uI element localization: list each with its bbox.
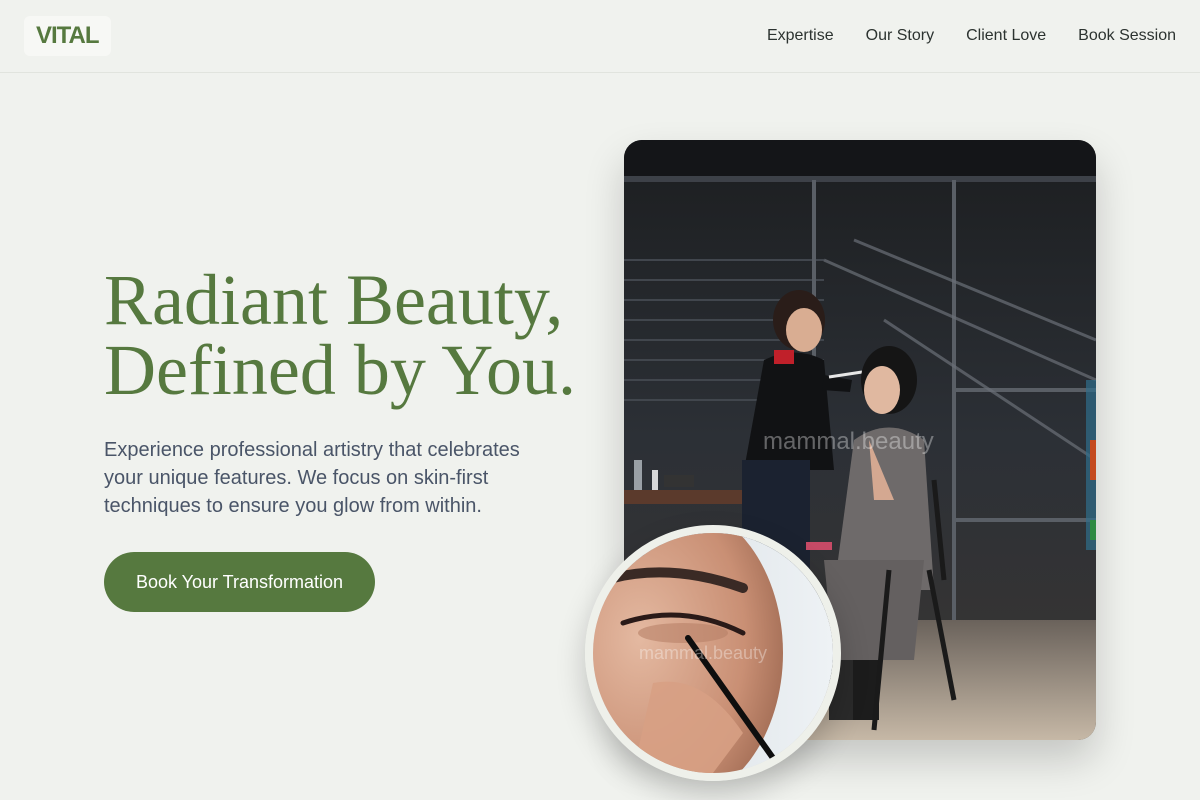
nav-link-our-story[interactable]: Our Story xyxy=(866,27,934,45)
nav-link-expertise[interactable]: Expertise xyxy=(767,27,834,45)
eyeliner-closeup-photo-graphic xyxy=(593,533,833,773)
nav-link-client-love[interactable]: Client Love xyxy=(966,27,1046,45)
site-header: VITAL Expertise Our Story Client Love Bo… xyxy=(0,0,1200,73)
eyeliner-closeup-photo: mammal.beauty xyxy=(585,525,841,781)
nav-link-book-session[interactable]: Book Session xyxy=(1078,27,1176,45)
hero-title-line-2: Defined by You. xyxy=(104,330,577,410)
hero-description: Experience professional artistry that ce… xyxy=(104,439,520,517)
hero-title: Radiant Beauty, Defined by You. xyxy=(104,260,604,410)
logo[interactable]: VITAL xyxy=(24,16,111,56)
book-transformation-button[interactable]: Book Your Transformation xyxy=(104,552,375,612)
main-nav: Expertise Our Story Client Love Book Ses… xyxy=(767,0,1176,72)
hero-title-line-1: Radiant Beauty, xyxy=(104,260,564,340)
